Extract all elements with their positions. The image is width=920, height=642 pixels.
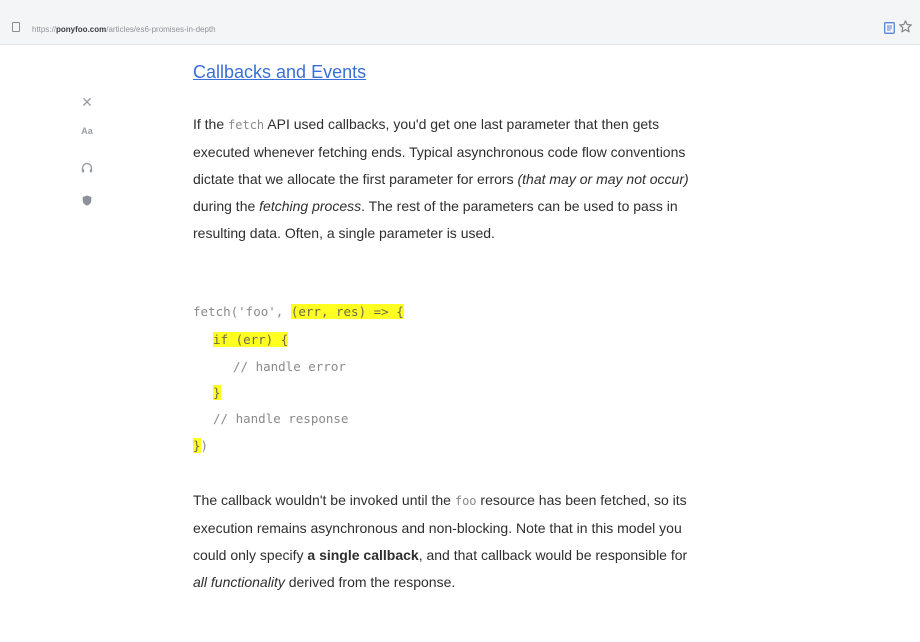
browser-toolbar: https://ponyfoo.com/articles/es6-promise… xyxy=(0,0,920,45)
url-path: /articles/es6-promises-in-depth xyxy=(106,25,216,34)
highlighted-code: if (err) { xyxy=(213,332,289,347)
paragraph-explanation: The callback wouldn't be invoked until t… xyxy=(193,487,689,596)
text: derived from the response. xyxy=(284,574,456,590)
text: during the xyxy=(193,198,260,214)
section-heading-link[interactable]: Callbacks and Events xyxy=(193,60,693,84)
shield-glyph xyxy=(82,195,92,206)
strong-text: a single callback xyxy=(307,547,419,563)
code-line-1: fetch('foo', (err, res) => { xyxy=(193,304,404,320)
text: , and that callback would be responsible… xyxy=(418,547,688,563)
code-text: fetch('foo', xyxy=(193,304,291,319)
close-icon[interactable]: ✕ xyxy=(80,94,94,110)
code-line-4: } xyxy=(213,385,221,401)
url-host: ponyfoo.com xyxy=(56,25,107,34)
reader-view-icon[interactable] xyxy=(884,22,895,34)
address-bar[interactable]: https://ponyfoo.com/articles/es6-promise… xyxy=(32,25,216,35)
code-comment: // handle error xyxy=(233,359,346,374)
bookmark-star-icon[interactable] xyxy=(899,20,912,33)
highlighted-code: (err, res) => { xyxy=(290,304,404,319)
highlighted-code: } xyxy=(213,385,221,400)
code-line-5: // handle response xyxy=(213,411,348,427)
page-icon xyxy=(12,22,20,32)
code-line-6: }) xyxy=(193,438,208,454)
inline-code-fetch: fetch xyxy=(228,118,265,132)
emphasis: (that may or may not occur) xyxy=(517,171,689,187)
emphasis: all functionality xyxy=(193,574,285,590)
url-prefix: https:// xyxy=(32,25,57,34)
code-line-2: if (err) { xyxy=(213,332,289,348)
paragraph-intro: If the fetch API used callbacks, you'd g… xyxy=(193,111,689,247)
headphones-glyph xyxy=(81,162,93,172)
code-comment: // handle response xyxy=(213,411,349,426)
code-text: ) xyxy=(200,438,209,453)
headphones-icon[interactable] xyxy=(80,160,94,174)
emphasis: fetching process xyxy=(259,198,362,214)
code-line-3: // handle error xyxy=(233,359,346,375)
highlighted-code: } xyxy=(193,438,201,453)
article-content: Callbacks and Events If the fetch API us… xyxy=(193,60,693,590)
font-icon[interactable]: Aa xyxy=(80,124,94,138)
shield-icon[interactable] xyxy=(80,193,94,207)
inline-code-foo: foo xyxy=(454,494,477,508)
text: The callback wouldn't be invoked until t… xyxy=(193,492,455,508)
text: If the xyxy=(193,116,229,132)
